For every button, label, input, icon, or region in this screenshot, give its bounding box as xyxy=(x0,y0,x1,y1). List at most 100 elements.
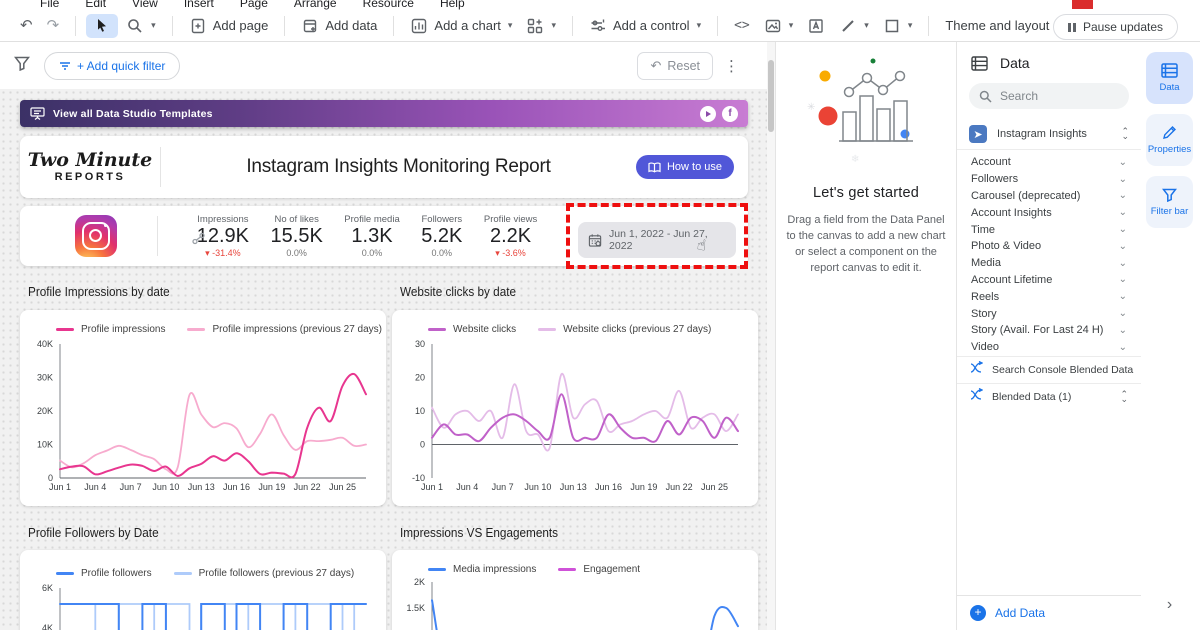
field-story[interactable]: Story⌄ xyxy=(957,305,1141,322)
profile-impressions-chart-card[interactable]: Profile impressionsProfile impressions (… xyxy=(20,310,386,506)
undo-icon: ↶ xyxy=(20,18,33,33)
field-reels[interactable]: Reels⌄ xyxy=(957,288,1141,305)
tab-data[interactable]: Data xyxy=(1146,52,1193,104)
how-to-use-button[interactable]: How to use xyxy=(636,155,734,179)
svg-text:Jun 25: Jun 25 xyxy=(701,482,728,492)
chevron-down-icon[interactable]: ⌄ xyxy=(1119,308,1127,319)
date-range-control[interactable]: Jun 1, 2022 - Jun 27, 2022 xyxy=(578,222,736,258)
redo-button[interactable]: ↷ xyxy=(41,15,66,36)
canvas-scrollbar[interactable] xyxy=(767,42,775,630)
dropdown-caret-icon: ▾ xyxy=(151,20,156,31)
menu-insert[interactable]: Insert xyxy=(184,0,214,10)
metric-delta: ▾ -3.6% xyxy=(484,248,537,259)
field-followers[interactable]: Followers⌄ xyxy=(957,171,1141,188)
chevron-down-icon[interactable]: ⌄ xyxy=(1119,174,1127,185)
facebook-icon[interactable]: f xyxy=(722,106,738,122)
menu-page[interactable]: Page xyxy=(240,0,268,10)
add-data-source-button[interactable]: + Add Data xyxy=(957,595,1141,630)
community-visualizations-button[interactable]: ▾ xyxy=(520,14,562,38)
add-data-button[interactable]: Add data xyxy=(295,14,383,38)
add-chart-button[interactable]: Add a chart ▾ xyxy=(404,14,518,38)
filter-funnel-icon[interactable] xyxy=(14,56,30,76)
brand-logo: Two Minute REPORTS xyxy=(20,151,160,183)
report-header-card[interactable]: Two Minute REPORTS Instagram Insights Mo… xyxy=(20,136,748,198)
svg-text:10: 10 xyxy=(415,406,425,416)
chevron-down-icon[interactable]: ⌄ xyxy=(1119,207,1127,218)
chevron-down-icon[interactable]: ⌄ xyxy=(1119,157,1127,168)
field-account-insights[interactable]: Account Insights⌄ xyxy=(957,204,1141,221)
templates-banner[interactable]: View all Data Studio Templates f xyxy=(20,100,748,127)
metric-profile-views[interactable]: Profile views2.2K▾ -3.6% xyxy=(484,214,537,259)
search-input[interactable] xyxy=(1000,89,1110,103)
add-control-button[interactable]: Add a control ▾ xyxy=(583,14,707,38)
zoom-tool-button[interactable]: ▾ xyxy=(120,14,162,38)
website-clicks-chart-card[interactable]: Website clicksWebsite clicks (previous 2… xyxy=(392,310,758,506)
filter-bar-menu-button[interactable]: ⋮ xyxy=(724,57,739,75)
chart-title-profile-followers: Profile Followers by Date xyxy=(28,526,159,540)
legend-item: Profile impressions xyxy=(56,324,165,335)
tab-properties[interactable]: Properties xyxy=(1146,114,1193,166)
chevron-down-icon[interactable]: ⌄ xyxy=(1119,325,1127,336)
report-canvas[interactable]: View all Data Studio Templates f Two Min… xyxy=(0,89,775,630)
chart-legend: Media impressionsEngagement xyxy=(428,564,640,575)
metric-followers[interactable]: Followers5.2K0.0% xyxy=(421,214,462,259)
field-time[interactable]: Time⌄ xyxy=(957,221,1141,238)
menu-view[interactable]: View xyxy=(132,0,158,10)
youtube-icon[interactable] xyxy=(700,106,716,122)
text-button[interactable] xyxy=(801,14,831,38)
line-button[interactable]: ▾ xyxy=(833,14,875,38)
undo-button[interactable]: ↶ xyxy=(14,15,39,36)
field-account-lifetime[interactable]: Account Lifetime⌄ xyxy=(957,272,1141,289)
scrollbar-thumb[interactable] xyxy=(768,60,774,132)
chevron-down-icon[interactable]: ⌄ xyxy=(1119,291,1127,302)
connector-instagram-insights[interactable]: ➤ Instagram Insights ⌃⌄ xyxy=(957,119,1141,150)
field-story-avail-for-last-24-h-[interactable]: Story (Avail. For Last 24 H)⌄ xyxy=(957,322,1141,339)
field-video[interactable]: Video⌄ xyxy=(957,339,1141,356)
collapse-icon[interactable]: ⌃⌄ xyxy=(1121,129,1129,139)
blend-search-console-blended-data[interactable]: Search Console Blended Data⌃⌄ xyxy=(957,356,1141,383)
legend-swatch xyxy=(538,328,556,331)
collapse-panel-chevron[interactable]: › xyxy=(1167,596,1172,614)
impressions-engagements-chart-card[interactable]: Media impressionsEngagement 05001K1.5K2K… xyxy=(392,550,758,630)
metric-no-of-likes[interactable]: No of likes15.5K0.0% xyxy=(271,214,323,259)
menu-bar: File Edit View Insert Page Arrange Resource Hel… xyxy=(0,0,1200,10)
menu-arrange[interactable]: Arrange xyxy=(294,0,337,10)
image-button[interactable]: ▾ xyxy=(758,14,800,38)
field-account[interactable]: Account⌄ xyxy=(957,154,1141,171)
select-tool-button[interactable] xyxy=(86,14,118,38)
blend-blended-data-1-[interactable]: Blended Data (1) ⌃⌄ xyxy=(957,383,1141,410)
field-carousel-deprecated-[interactable]: Carousel (deprecated)⌄ xyxy=(957,188,1141,205)
pause-updates-button[interactable]: Pause updates xyxy=(1053,14,1178,40)
profile-followers-chart-card[interactable]: Profile followersProfile followers (prev… xyxy=(20,550,386,630)
chevron-down-icon[interactable]: ⌄ xyxy=(1119,258,1127,269)
menu-help[interactable]: Help xyxy=(440,0,465,10)
chevron-down-icon[interactable]: ⌄ xyxy=(1119,342,1127,353)
svg-text:30: 30 xyxy=(415,339,425,349)
blend-label: Blended Data (1) xyxy=(992,391,1111,403)
website-clicks-chart: -100102030Jun 1Jun 4Jun 7Jun 10Jun 13Jun… xyxy=(396,338,748,506)
metric-profile-media[interactable]: Profile media1.3K0.0% xyxy=(344,214,399,259)
field-photo-video[interactable]: Photo & Video⌄ xyxy=(957,238,1141,255)
menu-file[interactable]: File xyxy=(40,0,59,10)
impressions-engagements-chart: 05001K1.5K2KJun 1Jun 4Jun 7Jun 10Jun 13J… xyxy=(396,578,748,630)
field-media[interactable]: Media⌄ xyxy=(957,255,1141,272)
add-quick-filter-button[interactable]: + Add quick filter xyxy=(44,52,180,80)
getting-started-panel: ✳ ❄ Let's get started Dr xyxy=(775,42,957,630)
add-page-button[interactable]: Add page xyxy=(183,14,275,38)
legend-item: Media impressions xyxy=(428,564,536,575)
field-search-box[interactable] xyxy=(969,83,1129,109)
unfold-icon[interactable]: ⌃⌄ xyxy=(1120,392,1128,402)
embed-button[interactable]: <> xyxy=(728,16,756,35)
chevron-down-icon[interactable]: ⌄ xyxy=(1119,241,1127,252)
legend-item: Profile followers (previous 27 days) xyxy=(174,568,355,579)
field-label: Story (Avail. For Last 24 H) xyxy=(971,324,1119,336)
menu-edit[interactable]: Edit xyxy=(85,0,106,10)
tab-filter-bar[interactable]: Filter bar xyxy=(1146,176,1193,228)
chevron-down-icon[interactable]: ⌄ xyxy=(1119,190,1127,201)
shape-button[interactable]: ▾ xyxy=(877,14,919,38)
theme-layout-button[interactable]: Theme and layout xyxy=(939,15,1055,36)
chevron-down-icon[interactable]: ⌄ xyxy=(1119,274,1127,285)
menu-resource[interactable]: Resource xyxy=(363,0,414,10)
reset-button[interactable]: ↶ Reset xyxy=(637,52,713,80)
chevron-down-icon[interactable]: ⌄ xyxy=(1119,224,1127,235)
